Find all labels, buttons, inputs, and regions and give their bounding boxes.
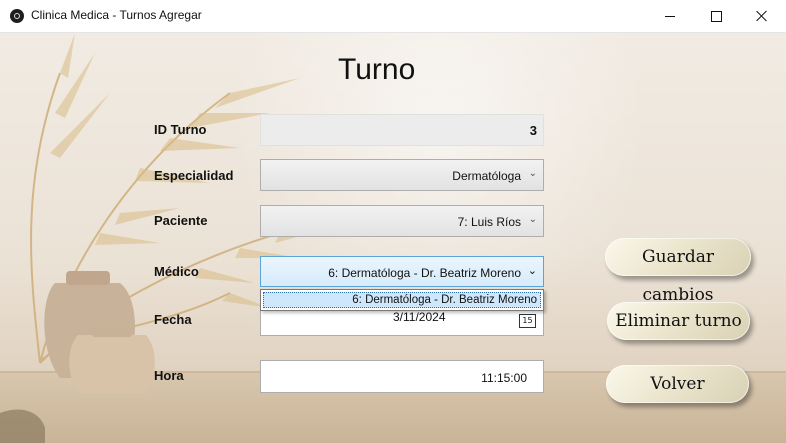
back-button[interactable]: Volver xyxy=(606,365,749,403)
medico-option[interactable]: 6: Dermatóloga - Dr. Beatriz Moreno xyxy=(263,292,541,308)
minimize-icon xyxy=(665,15,675,17)
maximize-button[interactable] xyxy=(693,0,739,32)
page-title: Turno xyxy=(338,53,416,86)
app-logo-icon xyxy=(10,9,24,23)
especialidad-select[interactable]: Dermatóloga ⌄ xyxy=(260,159,544,191)
app-window: Clinica Medica - Turnos Agregar Turno ID… xyxy=(0,0,786,443)
close-button[interactable] xyxy=(739,0,785,32)
hora-label: Hora xyxy=(154,368,184,383)
especialidad-label: Especialidad xyxy=(154,168,234,183)
medico-value: 6: Dermatóloga - Dr. Beatriz Moreno xyxy=(328,266,521,280)
chevron-down-icon: ⌄ xyxy=(527,265,537,277)
especialidad-value: Dermatóloga xyxy=(452,169,521,183)
close-icon xyxy=(756,10,768,22)
medico-select[interactable]: 6: Dermatóloga - Dr. Beatriz Moreno ⌄ xyxy=(260,256,544,287)
title-bar: Clinica Medica - Turnos Agregar xyxy=(0,0,786,33)
fecha-date-picker[interactable]: 3/11/2024 15 xyxy=(260,309,544,336)
calendar-icon[interactable]: 15 xyxy=(519,314,536,328)
delete-button[interactable]: Eliminar turno xyxy=(607,302,750,340)
paciente-label: Paciente xyxy=(154,213,208,228)
medico-dropdown-list: 6: Dermatóloga - Dr. Beatriz Moreno xyxy=(260,289,544,311)
fecha-value: 3/11/2024 xyxy=(393,310,446,324)
hora-field[interactable]: 11:15:00 xyxy=(260,360,544,393)
id-turno-label: ID Turno xyxy=(154,122,207,137)
fecha-label: Fecha xyxy=(154,312,192,327)
window-title: Clinica Medica - Turnos Agregar xyxy=(31,8,202,22)
chevron-down-icon: ⌄ xyxy=(528,214,537,225)
save-button[interactable]: Guardar cambios xyxy=(605,238,751,305)
maximize-icon xyxy=(710,10,722,22)
paciente-value: 7: Luis Ríos xyxy=(457,215,521,229)
id-turno-field: 3 xyxy=(260,114,544,146)
medico-label: Médico xyxy=(154,264,199,279)
minimize-button[interactable] xyxy=(647,0,693,32)
chevron-down-icon: ⌄ xyxy=(528,168,537,179)
paciente-select[interactable]: 7: Luis Ríos ⌄ xyxy=(260,205,544,237)
